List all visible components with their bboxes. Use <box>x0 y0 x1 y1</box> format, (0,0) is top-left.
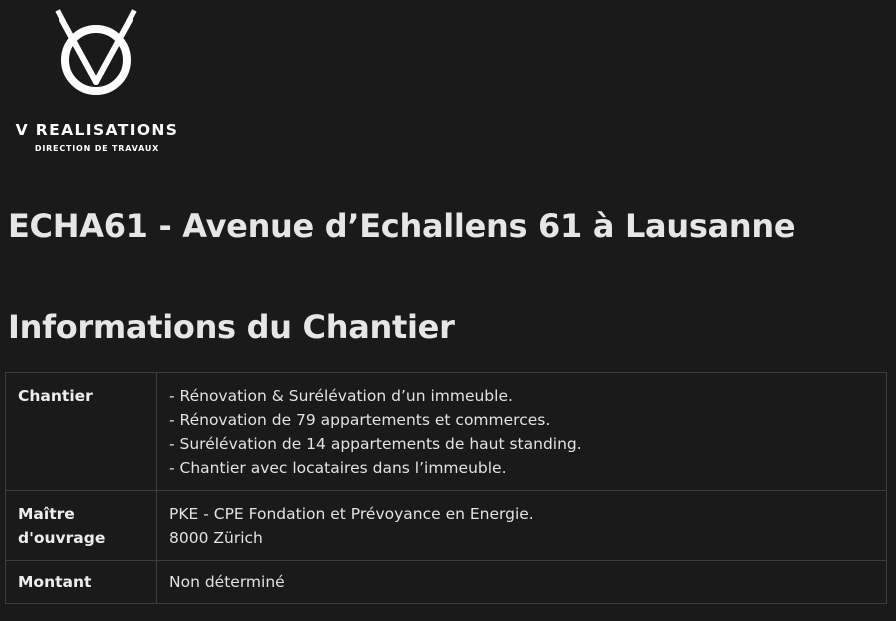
value-line: - Chantier avec locataires dans l’immeub… <box>169 459 507 477</box>
row-value-montant: Non déterminé <box>156 560 887 604</box>
value-line: Non déterminé <box>169 573 285 591</box>
label-line: d'ouvrage <box>18 529 106 547</box>
logo-title: V REALISATIONS <box>15 121 179 139</box>
table-row-maitre-ouvrage: Maître d'ouvrage PKE - CPE Fondation et … <box>5 490 887 561</box>
page: V REALISATIONS DIRECTION DE TRAVAUX ECHA… <box>0 0 896 621</box>
value-line: - Surélévation de 14 appartements de hau… <box>169 435 582 453</box>
site-info-table: Chantier - Rénovation & Surélévation d’u… <box>5 372 887 604</box>
table-row-chantier: Chantier - Rénovation & Surélévation d’u… <box>5 372 887 491</box>
row-label-montant: Montant <box>5 560 157 604</box>
row-value-chantier: - Rénovation & Surélévation d’un immeubl… <box>156 372 887 491</box>
value-line: 8000 Zürich <box>169 529 263 547</box>
table-row-montant: Montant Non déterminé <box>5 560 887 604</box>
logo-subtitle: DIRECTION DE TRAVAUX <box>34 144 160 153</box>
section-title: Informations du Chantier <box>8 308 455 346</box>
row-label-chantier: Chantier <box>5 372 157 491</box>
value-line: - Rénovation de 79 appartements et comme… <box>169 411 551 429</box>
value-line: - Rénovation & Surélévation d’un immeubl… <box>169 387 513 405</box>
v-compass-logo-icon <box>55 9 137 95</box>
row-value-maitre-ouvrage: PKE - CPE Fondation et Prévoyance en Ene… <box>156 490 887 561</box>
row-label-maitre-ouvrage: Maître d'ouvrage <box>5 490 157 561</box>
page-title: ECHA61 - Avenue d’Echallens 61 à Lausann… <box>8 207 796 245</box>
value-line: PKE - CPE Fondation et Prévoyance en Ene… <box>169 505 534 523</box>
company-logo[interactable]: V REALISATIONS DIRECTION DE TRAVAUX <box>4 4 190 160</box>
label-line: Maître <box>18 505 75 523</box>
